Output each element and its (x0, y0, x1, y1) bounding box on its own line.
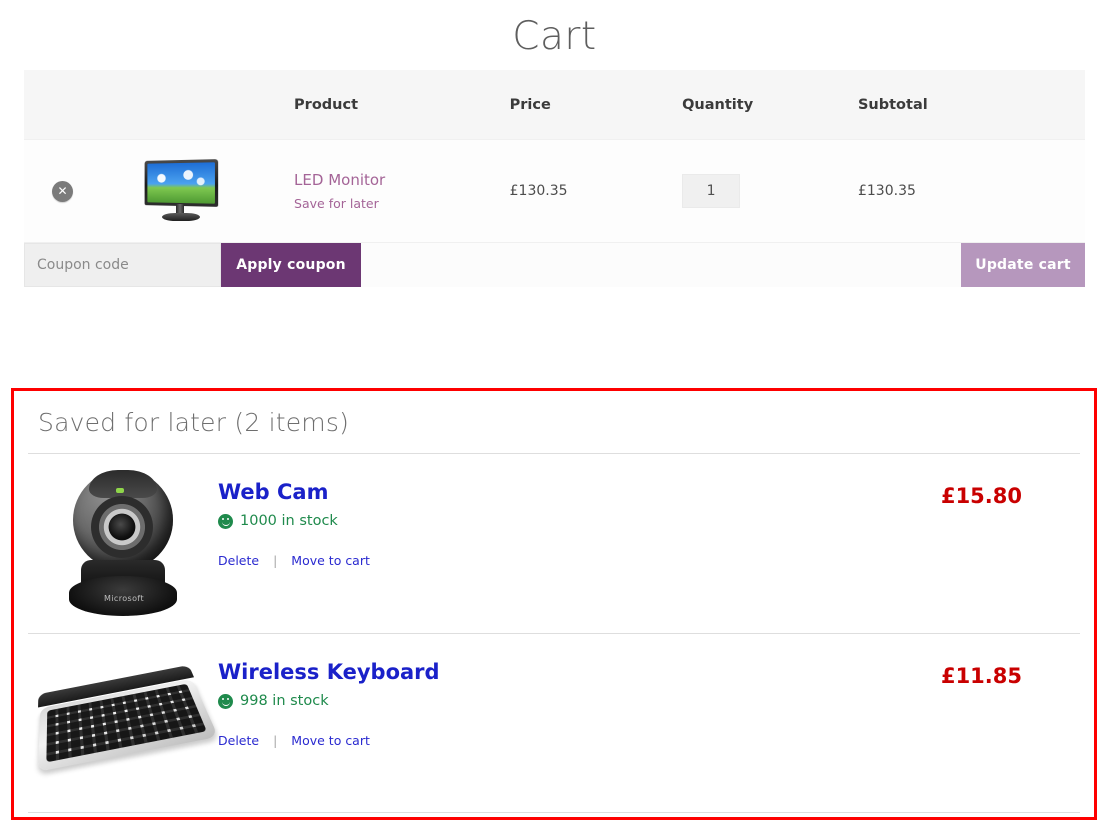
smiley-face-icon (218, 693, 233, 709)
column-header-quantity: Quantity (682, 70, 858, 140)
cart-header-row: Product Price Quantity Subtotal (24, 70, 1085, 140)
coupon-code-input[interactable] (24, 243, 221, 287)
move-to-cart-link[interactable]: Move to cart (291, 733, 370, 748)
webcam-led-indicator (116, 487, 124, 493)
saved-item-stock-line: 1000 in stock (218, 513, 1080, 529)
saved-item-price: £11.85 (940, 664, 1022, 688)
column-header-price: Price (509, 70, 683, 140)
apply-coupon-button[interactable]: Apply coupon (221, 243, 361, 287)
saved-item-stock-text: 1000 in stock (240, 513, 338, 529)
webcam-lens (109, 513, 135, 540)
saved-for-later-panel: Saved for later (2 items) Microsoft Web … (11, 388, 1097, 820)
monitor-screen-frame (144, 159, 218, 207)
saved-for-later-heading: Saved for later (2 items) (38, 408, 350, 437)
column-header-thumbnail (112, 70, 295, 140)
action-separator: | (273, 733, 278, 748)
column-header-product: Product (294, 70, 510, 140)
product-subtotal-cell: £130.35 (857, 139, 1085, 242)
action-separator: | (273, 553, 278, 568)
saved-for-later-inner: Saved for later (2 items) Microsoft Web … (14, 391, 1094, 813)
column-header-subtotal: Subtotal (857, 70, 1085, 140)
cart-table-body: ✕ LED Monitor Save for later £130.35 1 £… (24, 139, 1085, 242)
saved-item-actions: Delete | Move to cart (218, 733, 1080, 748)
saved-item-stock-line: 998 in stock (218, 693, 1080, 709)
delete-saved-item-link[interactable]: Delete (218, 553, 259, 568)
saved-item-price: £15.80 (940, 484, 1022, 508)
product-quantity-cell (682, 139, 858, 242)
product-price-cell: £130.35 (509, 139, 683, 242)
cart-section: Product Price Quantity Subtotal ✕ LED Mo… (24, 70, 1085, 287)
move-to-cart-link[interactable]: Move to cart (291, 553, 370, 568)
coupon-row: Apply coupon Update cart (24, 242, 1085, 287)
product-name-cell: LED Monitor Save for later (294, 139, 510, 242)
wireless-keyboard-image[interactable] (29, 652, 219, 794)
monitor-screen-wallpaper (146, 162, 215, 204)
update-cart-button[interactable]: Update cart (961, 243, 1085, 287)
smiley-face-icon (218, 513, 233, 529)
saved-item-stock-text: 998 in stock (240, 693, 329, 709)
saved-item-info: Wireless Keyboard 998 in stock Delete | … (218, 634, 1080, 748)
delete-saved-item-link[interactable]: Delete (218, 733, 259, 748)
product-thumbnail-cell (112, 139, 295, 242)
cart-table-head: Product Price Quantity Subtotal (24, 70, 1085, 140)
saved-item-actions: Delete | Move to cart (218, 553, 1080, 568)
saved-item: Wireless Keyboard 998 in stock Delete | … (28, 633, 1080, 813)
led-monitor-image[interactable] (143, 159, 218, 222)
cart-item-row: ✕ LED Monitor Save for later £130.35 1 £… (24, 139, 1085, 242)
saved-item: Microsoft Web Cam 1000 in stock Delete |… (28, 453, 1080, 633)
quantity-input[interactable] (682, 174, 741, 208)
saved-item-title-web-cam[interactable]: Web Cam (218, 480, 328, 504)
saved-item-info: Web Cam 1000 in stock Delete | Move to c… (218, 454, 1080, 568)
page-title: Cart (512, 14, 597, 59)
cart-table: Product Price Quantity Subtotal ✕ LED Mo… (24, 70, 1085, 242)
save-for-later-link[interactable]: Save for later (294, 196, 379, 211)
saved-item-thumbnail-cell (28, 634, 219, 812)
monitor-base (161, 213, 200, 221)
product-link-led-monitor[interactable]: LED Monitor (294, 171, 510, 189)
webcam-brand-label: Microsoft (103, 593, 144, 603)
remove-item-icon[interactable]: ✕ (52, 180, 73, 202)
webcam-image[interactable]: Microsoft (59, 468, 187, 620)
webcam-top-cap (89, 469, 157, 498)
column-header-remove (24, 70, 113, 140)
saved-item-title-wireless-keyboard[interactable]: Wireless Keyboard (218, 660, 440, 684)
remove-cell: ✕ (24, 139, 113, 242)
saved-item-thumbnail-cell: Microsoft (28, 454, 218, 633)
